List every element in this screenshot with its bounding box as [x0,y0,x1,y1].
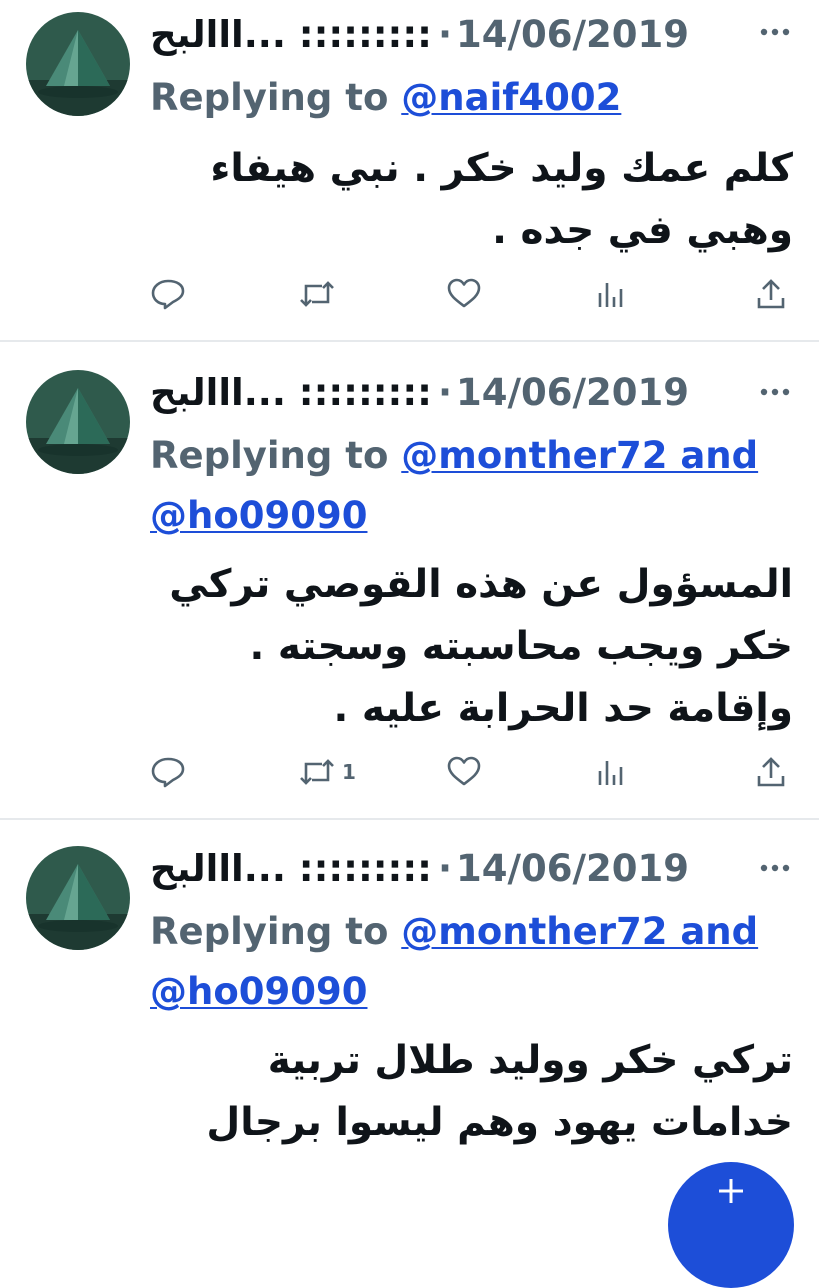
replying-to: Replying to @naif4002 [150,68,800,128]
tweet-text: المسؤول عن هذه القوصي تركي خكر ويجب محاس… [169,562,793,731]
action-bar [150,272,800,316]
views-icon[interactable] [596,272,626,316]
mention-link[interactable]: @monther72 and [401,910,758,953]
more-icon[interactable] [755,0,795,64]
reply-icon[interactable] [150,272,186,316]
more-icon[interactable] [755,836,795,900]
display-name[interactable]: ااالبح... ::::::::: [150,371,432,414]
tweet-date[interactable]: 14/06/2019 [456,847,689,890]
tweet[interactable]: ااالبح... ::::::::: · 14/06/2019 Replyin… [0,0,819,340]
share-icon[interactable] [755,750,787,794]
tweet-header: ااالبح... ::::::::: · 14/06/2019 [150,2,730,66]
avatar[interactable] [26,370,130,474]
tweet-date[interactable]: 14/06/2019 [456,13,689,56]
tweet-text: تركي خكر ووليد طلال تربية خدامات يهود وه… [206,1038,793,1145]
replying-prefix: Replying to [150,76,389,119]
mention-link[interactable]: @naif4002 [401,76,621,119]
action-bar: 1 [150,750,800,794]
more-icon[interactable] [755,360,795,424]
separator-dot: · [437,12,452,56]
avatar[interactable] [26,12,130,116]
compose-button[interactable] [668,1162,794,1288]
tweet-header: ااالبح... ::::::::: · 14/06/2019 [150,836,730,900]
tweet[interactable]: ااالبح... ::::::::: · 14/06/2019 Replyin… [0,836,819,1200]
mention-link[interactable]: @ho09090 [150,970,367,1013]
like-icon[interactable] [446,750,482,794]
retweet-icon[interactable]: 1 [298,750,356,794]
views-icon[interactable] [596,750,626,794]
retweet-icon[interactable] [298,272,336,316]
display-name[interactable]: ااالبح... ::::::::: [150,847,432,890]
avatar[interactable] [26,846,130,950]
replying-prefix: Replying to [150,434,389,477]
compose-plus-icon [719,1179,743,1203]
share-icon[interactable] [755,272,787,316]
like-icon[interactable] [446,272,482,316]
mention-link[interactable]: @ho09090 [150,494,367,537]
tweet-text: كلم عمك وليد خكر . نبي هيفاء وهبي في جده… [210,146,793,253]
retweet-count: 1 [342,760,356,784]
tweet-divider [0,818,819,820]
mention-link[interactable]: @monther72 and [401,434,758,477]
tweet-date[interactable]: 14/06/2019 [456,371,689,414]
separator-dot: · [437,846,452,890]
tweet-divider [0,340,819,342]
display-name[interactable]: ااالبح... ::::::::: [150,13,432,56]
separator-dot: · [437,370,452,414]
tweet[interactable]: ااالبح... ::::::::: · 14/06/2019 Replyin… [0,360,819,820]
reply-icon[interactable] [150,750,186,794]
replying-to: Replying to @monther72 and @ho09090 [150,902,800,1022]
replying-prefix: Replying to [150,910,389,953]
replying-to: Replying to @monther72 and @ho09090 [150,426,800,546]
tweet-header: ااالبح... ::::::::: · 14/06/2019 [150,360,730,424]
